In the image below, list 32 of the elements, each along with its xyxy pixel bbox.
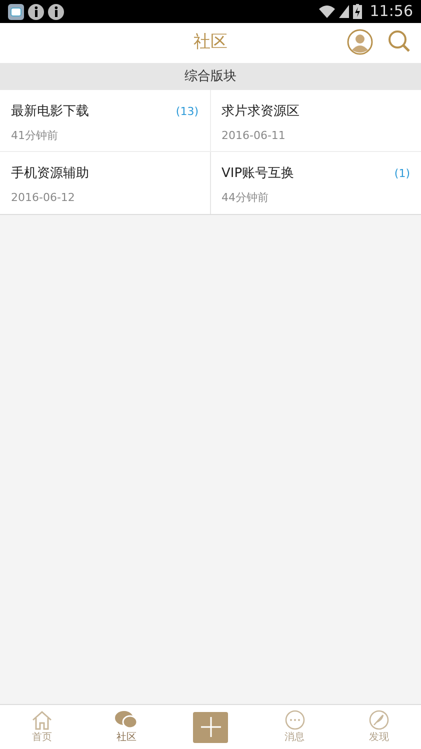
- forum-name: VIP账号互换: [222, 165, 294, 183]
- plus-icon: [200, 717, 220, 737]
- feather-icon: [368, 710, 390, 730]
- forum-time: 44分钟前: [222, 190, 270, 206]
- info-icon: [28, 4, 44, 20]
- add-button[interactable]: [193, 712, 228, 742]
- status-time: 11:56: [370, 1, 413, 22]
- tab-item[interactable]: 社区: [114, 710, 138, 744]
- forum-name: 最新电影下载: [11, 103, 89, 121]
- chat-bubbles-icon: [114, 710, 138, 730]
- home-icon: [31, 710, 54, 730]
- user-avatar-icon[interactable]: [347, 29, 373, 55]
- forum-item[interactable]: 求片求资源区 2016-06-11: [210, 90, 421, 152]
- forum-time: 2016-06-11: [222, 128, 286, 144]
- battery-icon: [352, 4, 362, 19]
- section-title: 综合版块: [184, 68, 236, 86]
- chat-icon: [284, 710, 306, 730]
- forum-name: 手机资源辅助: [11, 165, 89, 183]
- app-icon: [8, 4, 24, 20]
- forum-item[interactable]: 最新电影下载 (13) 41分钟前: [0, 90, 210, 152]
- forum-time: 2016-06-12: [11, 190, 76, 206]
- page-title: 社区: [194, 31, 228, 54]
- post-count: (1): [394, 166, 410, 182]
- forum-item[interactable]: 手机资源辅助 2016-06-12: [0, 152, 210, 214]
- forum-item[interactable]: VIP账号互换 (1) 44分钟前: [210, 152, 421, 214]
- wifi-icon: [318, 5, 335, 18]
- search-icon[interactable]: [387, 29, 411, 53]
- forum-time: 41分钟前: [11, 128, 59, 144]
- post-count: (13): [176, 104, 198, 120]
- signal-icon: [338, 5, 349, 18]
- info-icon: [48, 4, 64, 20]
- forum-name: 求片求资源区: [222, 103, 300, 121]
